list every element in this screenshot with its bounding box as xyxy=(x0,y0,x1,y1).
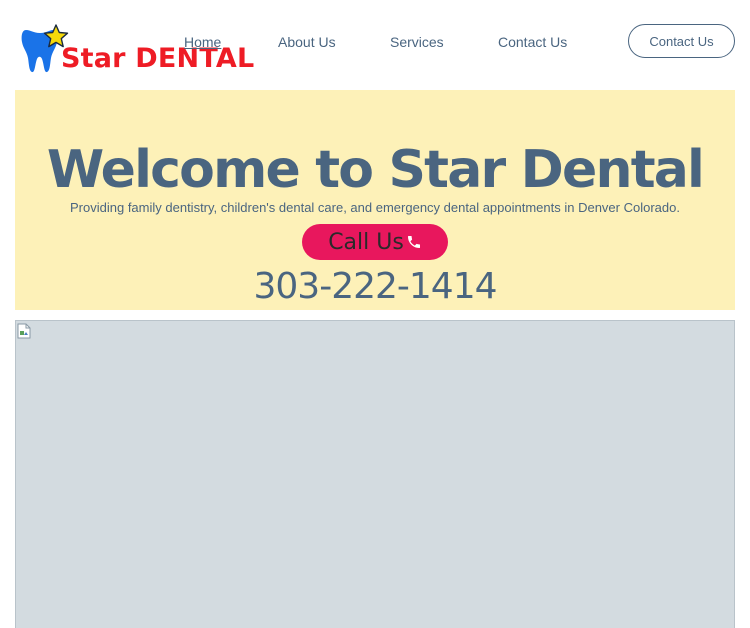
nav-home[interactable]: Home xyxy=(184,34,221,50)
hero-title: Welcome to Star Dental xyxy=(46,140,705,200)
site-header: Star DENTAL Home About Us Services Conta… xyxy=(0,0,750,90)
phone-icon xyxy=(407,236,420,248)
phone-number[interactable]: 303-222-1414 xyxy=(15,266,735,307)
hero-subtitle: Providing family dentistry, children's d… xyxy=(70,200,680,215)
contact-us-button[interactable]: Contact Us xyxy=(628,24,735,58)
hero-section: Welcome to Star Dental Providing family … xyxy=(15,90,735,310)
call-us-button[interactable]: Call Us xyxy=(302,224,448,260)
call-us-label: Call Us xyxy=(328,229,404,255)
hero-image xyxy=(15,320,735,628)
broken-image-icon xyxy=(17,323,31,339)
logo[interactable]: Star DENTAL xyxy=(20,22,270,78)
logo-text: Star DENTAL xyxy=(61,43,255,74)
nav-services[interactable]: Services xyxy=(390,34,444,50)
nav-about-us[interactable]: About Us xyxy=(278,34,336,50)
nav-contact-us[interactable]: Contact Us xyxy=(498,34,567,50)
